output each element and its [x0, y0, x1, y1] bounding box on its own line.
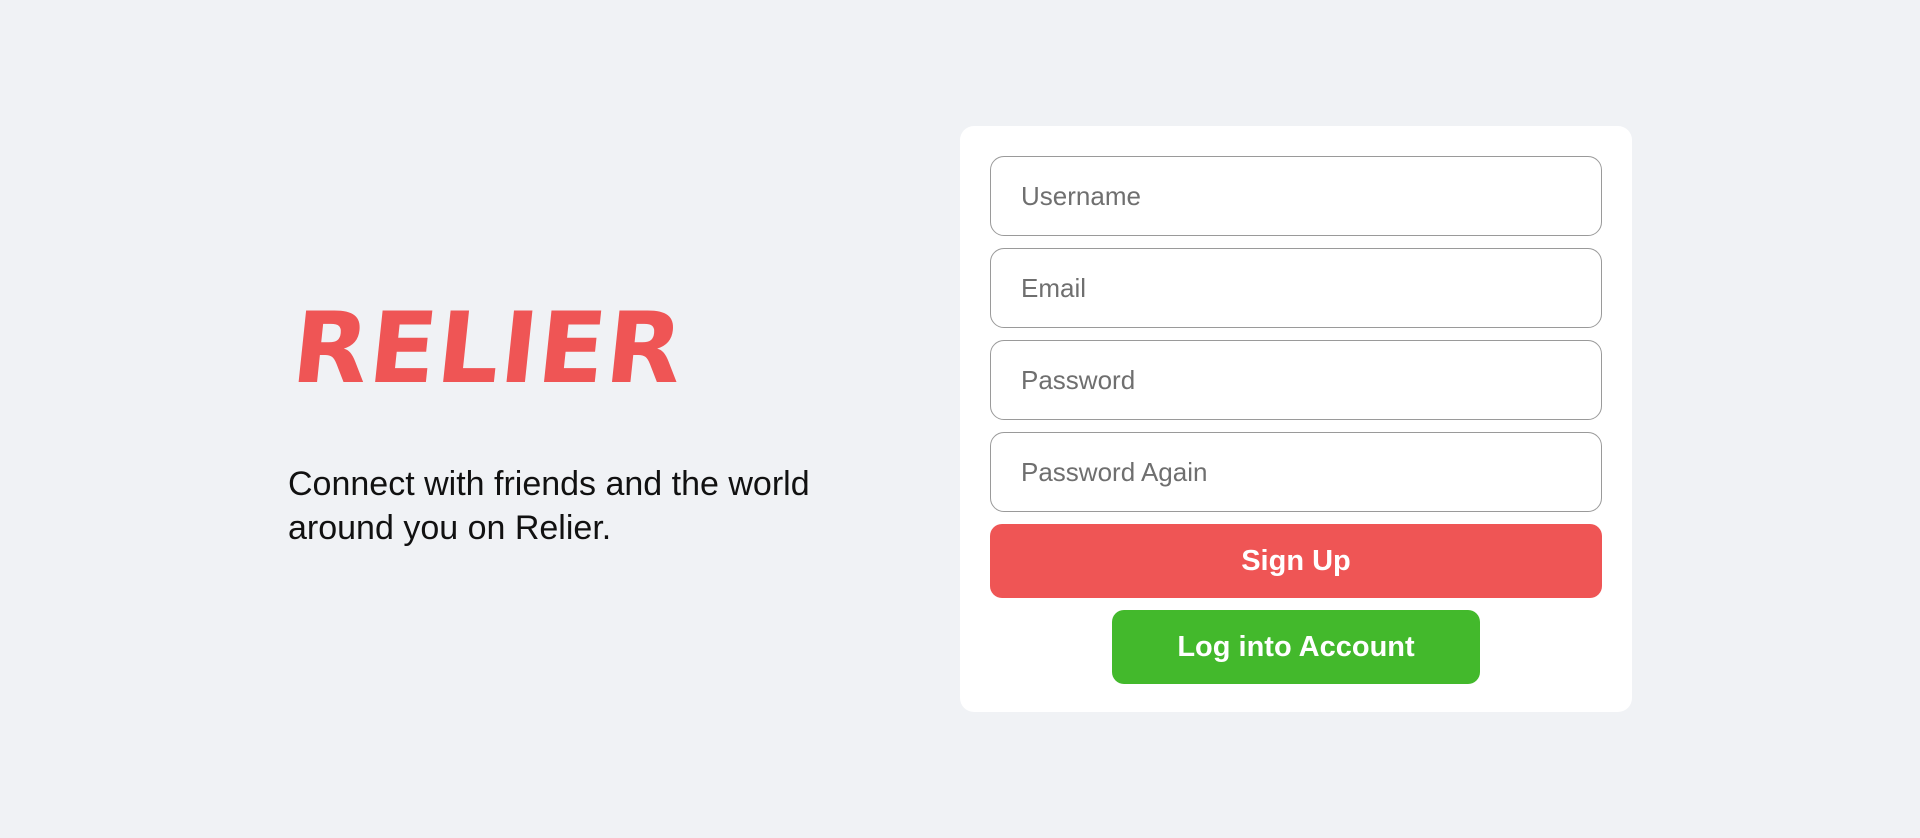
sign-up-button[interactable]: Sign Up: [990, 524, 1602, 598]
log-into-account-button[interactable]: Log into Account: [1112, 610, 1480, 684]
signup-page: RELIER Connect with friends and the worl…: [0, 0, 1920, 838]
signup-card: Sign Up Log into Account: [960, 126, 1632, 712]
brand-section: RELIER Connect with friends and the worl…: [287, 292, 908, 550]
email-field[interactable]: [990, 248, 1602, 328]
password-again-field[interactable]: [990, 432, 1602, 512]
password-field[interactable]: [990, 340, 1602, 420]
username-field[interactable]: [990, 156, 1602, 236]
relier-logo: RELIER: [287, 292, 689, 406]
brand-tagline: Connect with friends and the world aroun…: [288, 465, 810, 547]
